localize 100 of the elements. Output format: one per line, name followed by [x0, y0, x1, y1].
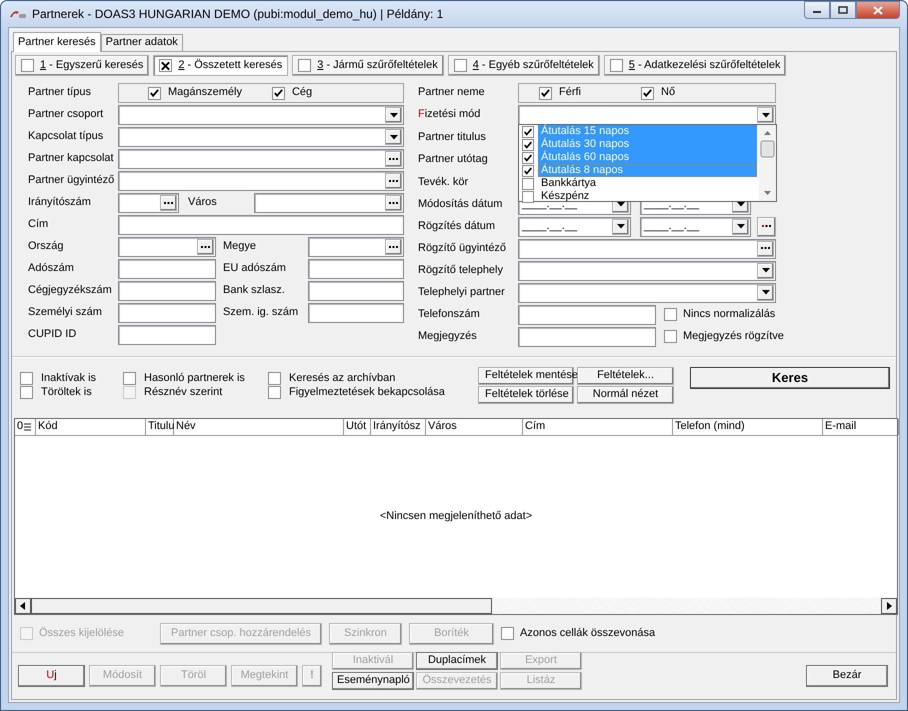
button[interactable]: Feltételek... [577, 367, 674, 385]
lookup-button[interactable] [757, 240, 774, 256]
filter-tab[interactable]: 5 - Adatkezelési szűrőfeltételek [604, 55, 786, 76]
lookup-button[interactable] [385, 239, 402, 255]
column-header[interactable]: E-mail [823, 419, 899, 435]
column-header[interactable]: Kód [36, 419, 146, 435]
clear-button[interactable] [757, 216, 776, 236]
filter-tab[interactable]: 3 - Jármű szűrőfeltételek [292, 55, 444, 76]
text-field[interactable] [518, 326, 656, 346]
lookup-field[interactable] [118, 171, 404, 191]
text-field[interactable] [308, 303, 404, 323]
text-field[interactable] [518, 304, 656, 324]
dropdown-field[interactable] [518, 282, 776, 302]
lookup-field[interactable] [118, 193, 179, 213]
date-field[interactable]: ____.__.__ [640, 216, 751, 236]
checkbox[interactable] [522, 152, 534, 164]
column-header[interactable]: Cím [523, 419, 673, 435]
text-field[interactable] [118, 281, 216, 301]
close-button[interactable] [856, 1, 900, 19]
lookup-field[interactable] [118, 149, 404, 169]
checkbox[interactable] [159, 59, 172, 72]
corner-header[interactable]: 0 [15, 419, 36, 435]
checkbox[interactable] [21, 59, 34, 72]
lookup-field[interactable] [308, 237, 404, 257]
checkbox[interactable] [20, 386, 33, 400]
checkbox[interactable] [20, 372, 33, 385]
dropdown-button[interactable] [385, 107, 402, 123]
filter-tab[interactable]: 2 - Összetett keresés [153, 55, 288, 76]
checkbox[interactable] [641, 86, 654, 100]
dropdown-field[interactable] [118, 105, 404, 125]
checkbox[interactable] [268, 386, 281, 400]
button[interactable]: Normál nézet [577, 386, 674, 404]
text-field[interactable] [308, 259, 404, 279]
lookup-button[interactable] [160, 195, 177, 211]
tab[interactable]: Partner keresés [13, 32, 101, 52]
scrollbar-thumb[interactable] [31, 598, 492, 614]
scroll-left-button[interactable] [15, 598, 31, 614]
close-window-button[interactable]: Bezár [806, 665, 888, 687]
column-header[interactable]: Név [174, 419, 344, 435]
lookup-field[interactable] [118, 237, 216, 257]
text-field[interactable] [118, 259, 216, 279]
filter-tab[interactable]: 4 - Egyéb szűrőfeltételek [448, 55, 600, 76]
tab[interactable]: Partner adatok [100, 34, 183, 51]
column-header[interactable]: Irányítósz [371, 419, 426, 435]
checkbox-label: Azonos cellák összevonása [520, 626, 656, 640]
lookup-field[interactable] [254, 193, 404, 213]
checkbox[interactable] [148, 86, 161, 100]
dropdown-button[interactable] [732, 218, 749, 234]
column-header[interactable]: Utót [344, 419, 371, 435]
checkbox[interactable] [522, 138, 534, 150]
lookup-button[interactable] [197, 239, 214, 255]
lookup-button[interactable] [385, 151, 402, 167]
checkbox[interactable] [522, 190, 534, 202]
list-item[interactable]: Bankkártya [538, 177, 757, 190]
field-label: Megye [223, 240, 258, 254]
checkbox[interactable] [664, 308, 677, 321]
checkbox[interactable] [539, 86, 552, 100]
maximize-button[interactable] [830, 1, 856, 19]
text-field[interactable] [118, 325, 216, 345]
checkbox[interactable] [298, 59, 312, 72]
checkbox[interactable] [610, 59, 623, 72]
dropdown-button[interactable] [612, 218, 629, 234]
column-header[interactable]: Város [426, 419, 523, 435]
dropdown-button[interactable] [757, 262, 774, 278]
lookup-button[interactable] [385, 195, 402, 211]
checkbox[interactable] [268, 372, 281, 385]
horizontal-scrollbar[interactable] [15, 598, 897, 614]
button[interactable]: Duplacímek [416, 652, 498, 670]
text-field[interactable] [308, 281, 404, 301]
lookup-field[interactable] [518, 238, 776, 258]
column-header[interactable]: Telefon (mind) [673, 419, 823, 435]
checkbox[interactable] [272, 86, 285, 100]
column-header[interactable]: Titulu [146, 419, 174, 435]
dropdown-button[interactable] [757, 284, 774, 300]
dropdown-field[interactable] [518, 105, 776, 125]
button[interactable]: Feltételek törlése [478, 386, 574, 404]
button[interactable]: Uj [18, 665, 85, 687]
dropdown-field[interactable] [118, 127, 404, 147]
text-field[interactable] [118, 215, 404, 235]
lookup-button[interactable] [385, 173, 402, 189]
field-label: Rögzítő telephely [418, 264, 504, 278]
checkbox[interactable] [522, 178, 534, 190]
minimize-button[interactable] [804, 1, 830, 19]
checkbox[interactable] [501, 627, 514, 640]
checkbox[interactable] [123, 372, 136, 385]
checkbox[interactable] [664, 330, 677, 343]
dropdown-button[interactable] [385, 129, 402, 145]
text-field[interactable] [118, 303, 216, 323]
checkbox-label: Cég [292, 86, 312, 100]
dropdown-button[interactable] [757, 107, 774, 123]
scrollbar[interactable] [759, 125, 776, 201]
scroll-right-button[interactable] [881, 598, 897, 614]
date-field[interactable]: ____.__.__ [518, 216, 631, 236]
search-button[interactable]: Keres [690, 366, 890, 388]
checkbox[interactable] [522, 126, 534, 138]
button[interactable]: Eseménynapló [332, 672, 414, 690]
dropdown-field[interactable] [518, 260, 776, 280]
checkbox[interactable] [522, 164, 534, 176]
filter-tab[interactable]: 1 - Egyszerű keresés [15, 55, 150, 76]
checkbox[interactable] [454, 59, 467, 72]
